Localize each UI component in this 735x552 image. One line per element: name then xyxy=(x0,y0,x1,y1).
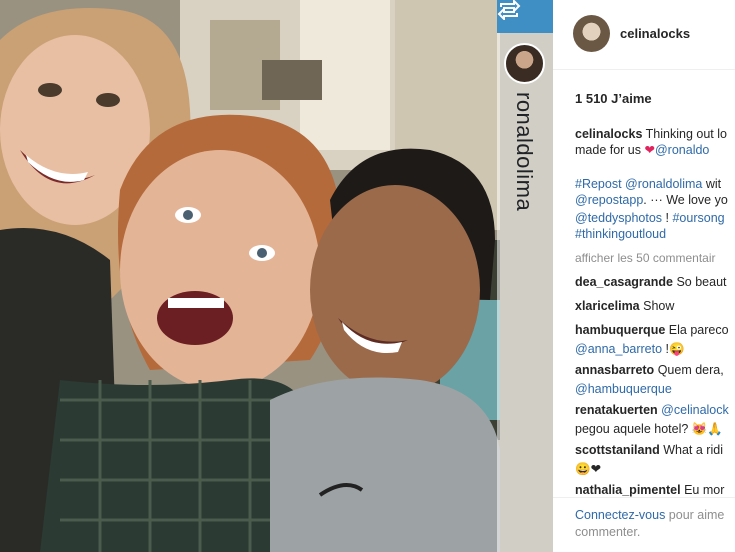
login-link[interactable]: Connectez-vous xyxy=(575,508,665,522)
caption-link[interactable]: @teddysphotos xyxy=(575,211,662,225)
caption-author[interactable]: celinalocks xyxy=(575,127,642,141)
comment-continuation: pegou aquele hotel? 😻🙏 xyxy=(575,421,723,437)
comment-username[interactable]: annasbarreto xyxy=(575,363,654,377)
comment-item: scottstaniland What a ridi xyxy=(575,442,723,458)
caption-text: . ··· We love yo xyxy=(643,193,728,207)
repost-strip: ronaldolima xyxy=(497,0,553,552)
author-avatar[interactable] xyxy=(573,15,610,52)
comment-text: !😜 xyxy=(662,342,685,356)
post-side-panel: celinalocks 1 510 J’aime celinalocks Thi… xyxy=(553,0,735,552)
comment-username[interactable]: scottstaniland xyxy=(575,443,660,457)
caption-link[interactable]: #Repost @ronaldolima xyxy=(575,177,702,191)
comment-text: Ela pareco xyxy=(668,323,729,337)
comment-text: What a ridi xyxy=(663,443,723,457)
caption-link[interactable]: #thinkingoutloud xyxy=(575,227,666,241)
comment-continuation: 😀❤ xyxy=(575,461,601,477)
repost-badge xyxy=(497,0,553,33)
comment-continuation: @anna_barreto !😜 xyxy=(575,341,685,357)
caption-text: ! xyxy=(662,211,673,225)
caption-link[interactable]: @repostapp xyxy=(575,193,643,207)
post-header: celinalocks xyxy=(553,0,735,70)
comment-username[interactable]: renatakuerten xyxy=(575,403,658,417)
selfie-illustration xyxy=(0,0,553,552)
caption-line-2: made for us ❤@ronaldo xyxy=(575,142,709,158)
comment-text: Eu mor xyxy=(684,483,725,497)
caption-text: Thinking out lo xyxy=(645,127,727,141)
comment-mention[interactable]: @hambuquerque xyxy=(575,382,672,396)
comment-mention[interactable]: @anna_barreto xyxy=(575,342,662,356)
comment-username[interactable]: xlaricelima xyxy=(575,299,640,313)
comment-text: So beaut xyxy=(676,275,727,289)
comment-item: annasbarreto Quem dera, xyxy=(575,362,724,378)
comment-text: Quem dera, xyxy=(657,363,724,377)
repost-caption-line: @teddysphotos ! #oursong xyxy=(575,210,725,226)
repost-username: ronaldolima xyxy=(512,92,537,212)
caption-text-2: made for us xyxy=(575,143,642,157)
caption-link[interactable]: #oursong xyxy=(672,211,724,225)
repost-icon xyxy=(497,0,521,20)
comment-item: xlaricelima Show xyxy=(575,298,674,314)
comment-text: Show xyxy=(643,299,675,313)
comment-username[interactable]: nathalia_pimentel xyxy=(575,483,681,497)
post-photo: ronaldolima xyxy=(0,0,553,552)
comment-continuation: @hambuquerque xyxy=(575,381,672,397)
login-text-2: commenter. xyxy=(575,525,641,539)
repost-caption-line: #thinkingoutloud xyxy=(575,226,666,242)
login-prompt: Connectez-vous pour aime xyxy=(575,507,724,523)
caption-text: wit xyxy=(702,177,722,191)
login-text: pour aime xyxy=(665,508,725,522)
comment-username[interactable]: dea_casagrande xyxy=(575,275,673,289)
caption-line-1: celinalocks Thinking out lo xyxy=(575,126,727,142)
divider xyxy=(553,497,735,498)
comment-item: hambuquerque Ela pareco xyxy=(575,322,729,338)
comment-username[interactable]: hambuquerque xyxy=(575,323,665,337)
repost-caption-line: @repostapp. ··· We love yo xyxy=(575,192,728,208)
comment-item: dea_casagrande So beaut xyxy=(575,274,727,290)
caption-mention[interactable]: @ronaldo xyxy=(655,143,709,157)
view-all-comments[interactable]: afficher les 50 commentair xyxy=(575,250,716,266)
repost-caption-line: #Repost @ronaldolima wit xyxy=(575,176,721,192)
like-count[interactable]: 1 510 J’aime xyxy=(575,91,652,106)
heart-icon: ❤ xyxy=(644,143,655,157)
comment-text: 😀❤ xyxy=(575,462,602,476)
comment-mention[interactable]: @celinalock xyxy=(661,403,729,417)
comment-text: pegou aquele hotel? 😻🙏 xyxy=(575,422,723,436)
repost-avatar xyxy=(504,43,545,84)
comment-item: nathalia_pimentel Eu mor xyxy=(575,482,724,498)
comment-item: renatakuerten @celinalock xyxy=(575,402,729,418)
author-username[interactable]: celinalocks xyxy=(620,26,690,41)
